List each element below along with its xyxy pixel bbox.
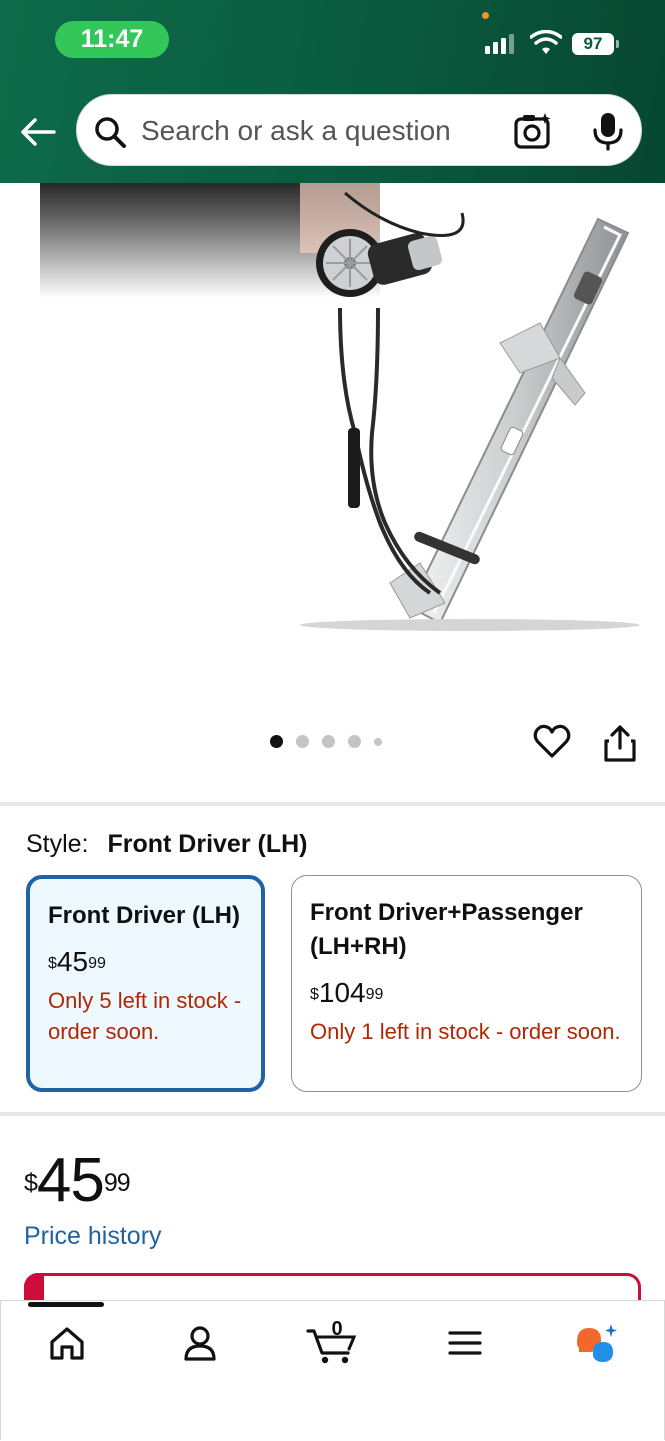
section-divider [0, 1112, 665, 1116]
style-option-price: $10499 [310, 977, 384, 1008]
camera-search-icon[interactable] [513, 111, 553, 151]
pagination-dot[interactable] [374, 737, 382, 746]
search-bar[interactable] [76, 94, 642, 166]
share-icon[interactable] [602, 724, 638, 764]
pagination-dot[interactable] [296, 735, 309, 748]
search-input[interactable] [141, 113, 491, 149]
microphone-icon[interactable] [591, 111, 625, 151]
nav-account[interactable] [170, 1318, 230, 1368]
pagination-dot[interactable] [322, 735, 335, 748]
style-option-price: $4599 [48, 946, 106, 977]
account-icon [184, 1326, 216, 1361]
active-tab-indicator [28, 1302, 104, 1307]
section-divider [0, 802, 665, 806]
back-arrow-icon [21, 118, 56, 146]
style-option-name: Front Driver (LH) [48, 902, 240, 929]
menu-icon [448, 1331, 482, 1355]
heart-icon[interactable] [532, 722, 572, 762]
battery-tip [616, 40, 619, 48]
pagination-dot[interactable] [348, 735, 361, 748]
image-pagination[interactable] [270, 735, 382, 748]
nav-rufus[interactable] [566, 1318, 626, 1368]
pagination-dot-active[interactable] [270, 735, 283, 748]
style-selected-value: Front Driver (LH) [107, 830, 308, 858]
status-time: 11:47 [55, 21, 169, 58]
product-price: $4599 [24, 1146, 131, 1215]
wifi-icon [530, 30, 562, 54]
nav-menu[interactable] [435, 1318, 495, 1368]
search-icon [95, 117, 126, 148]
style-option-name: Front Driver+Passenger (LH+RH) [310, 899, 583, 960]
style-heading: Style: Front Driver (LH) [26, 830, 307, 859]
privacy-indicator [482, 12, 489, 19]
battery-indicator: 97 [572, 33, 614, 55]
style-option-stock: Only 1 left in stock - order soon. [310, 1019, 621, 1044]
deal-badge [24, 1273, 44, 1303]
style-option-front-driver-passenger[interactable]: Front Driver+Passenger (LH+RH) $10499 On… [291, 875, 642, 1092]
product-image[interactable] [0, 183, 665, 803]
cellular-signal-icon [485, 34, 514, 54]
window-regulator-image [40, 183, 640, 631]
back-button[interactable] [18, 112, 58, 152]
style-label: Style: [26, 830, 89, 858]
cart-count: 0 [331, 1318, 343, 1340]
rufus-assistant-icon [577, 1324, 617, 1362]
price-history-link[interactable]: Price history [24, 1222, 162, 1251]
style-option-stock: Only 5 left in stock - order soon. [48, 988, 242, 1044]
home-icon [50, 1327, 84, 1360]
style-option-front-driver[interactable]: Front Driver (LH) $4599 Only 5 left in s… [26, 875, 265, 1092]
nav-home[interactable] [37, 1318, 97, 1368]
